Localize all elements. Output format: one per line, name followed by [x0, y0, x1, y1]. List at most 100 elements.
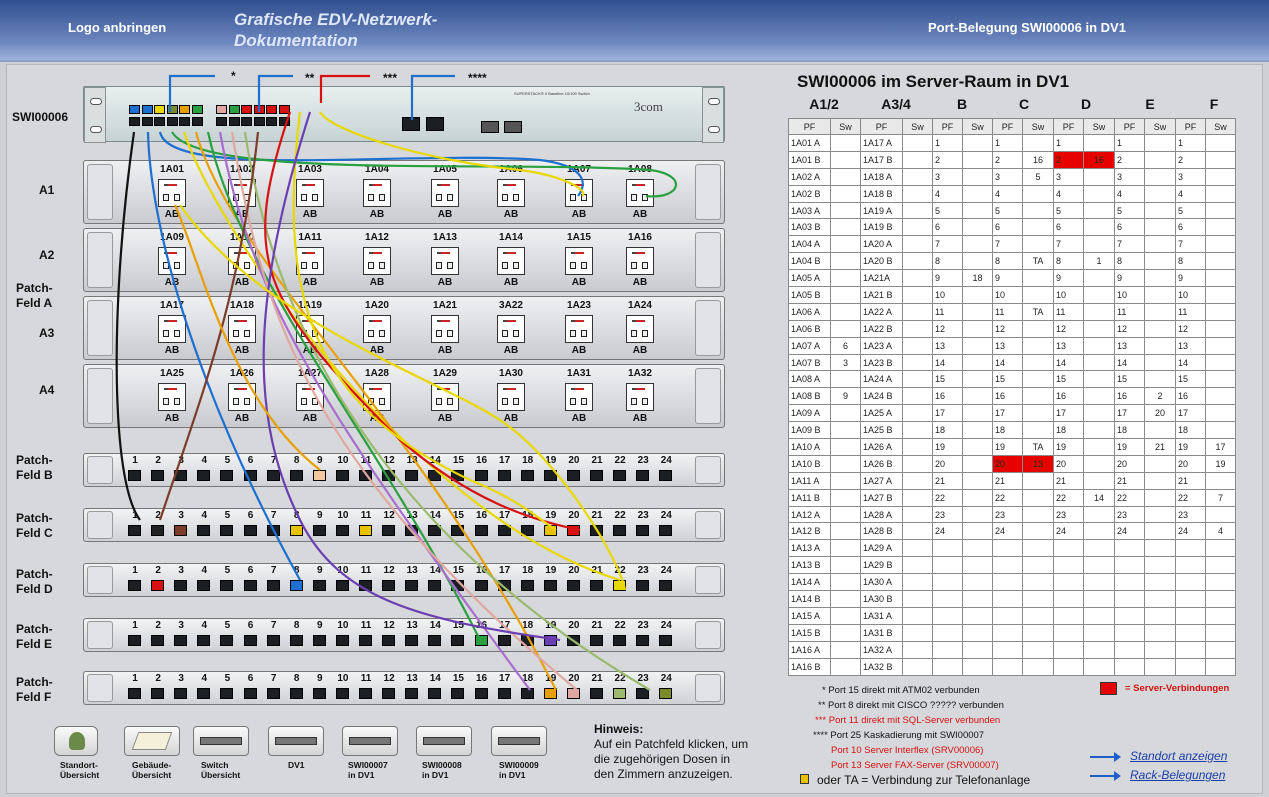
patch-port[interactable]: [174, 635, 188, 646]
patch-port[interactable]: [520, 470, 534, 481]
patch-port[interactable]: [566, 688, 580, 699]
patch-port[interactable]: [428, 688, 442, 699]
switch-port[interactable]: [129, 105, 140, 114]
patch-port[interactable]: [451, 688, 465, 699]
nav-label-switch[interactable]: Switch Übersicht: [201, 760, 240, 780]
nav-standort-button[interactable]: [54, 726, 98, 756]
patch-port[interactable]: [128, 525, 141, 536]
patch-port[interactable]: [266, 470, 280, 481]
patch-port[interactable]: [636, 470, 650, 481]
wall-socket[interactable]: [497, 383, 525, 411]
wall-socket[interactable]: [431, 179, 459, 207]
patch-port[interactable]: [543, 470, 557, 481]
wall-socket[interactable]: [626, 315, 654, 343]
wall-socket[interactable]: [565, 383, 593, 411]
patch-port[interactable]: [405, 525, 419, 536]
patch-port[interactable]: [243, 635, 257, 646]
patch-port[interactable]: [451, 470, 465, 481]
patch-port[interactable]: [636, 635, 650, 646]
patch-port[interactable]: [335, 580, 349, 591]
patch-port[interactable]: [520, 580, 534, 591]
switch-port[interactable]: [216, 117, 227, 126]
nav-label-swi00009[interactable]: SWI00009 in DV1: [499, 760, 539, 780]
patch-port[interactable]: [266, 525, 280, 536]
patch-port[interactable]: [636, 580, 650, 591]
patch-port[interactable]: [566, 580, 580, 591]
patch-port[interactable]: [659, 635, 673, 646]
switch-port[interactable]: [253, 105, 265, 114]
patch-port[interactable]: [636, 688, 650, 699]
patch-port[interactable]: [659, 580, 673, 591]
patch-port[interactable]: [243, 470, 257, 481]
wall-socket[interactable]: [228, 179, 256, 207]
patch-port[interactable]: [174, 688, 188, 699]
patch-port[interactable]: [451, 635, 465, 646]
row-label-patchfeld-f[interactable]: Patch- Feld F: [16, 675, 53, 705]
patch-port[interactable]: [266, 635, 280, 646]
patch-port[interactable]: [636, 525, 650, 536]
wall-socket[interactable]: [158, 315, 186, 343]
switch-port[interactable]: [228, 105, 240, 114]
wall-socket[interactable]: [626, 179, 654, 207]
patch-port[interactable]: [659, 525, 673, 536]
patch-port[interactable]: [428, 470, 442, 481]
patch-port[interactable]: [613, 525, 627, 536]
patch-port[interactable]: [497, 470, 511, 481]
patch-port[interactable]: [197, 470, 211, 481]
patch-port[interactable]: [405, 688, 419, 699]
patch-port[interactable]: [197, 688, 211, 699]
patch-port[interactable]: [566, 470, 580, 481]
link-standort-anzeigen[interactable]: Standort anzeigen: [1130, 749, 1227, 763]
patch-port[interactable]: [382, 580, 396, 591]
wall-socket[interactable]: [626, 247, 654, 275]
wall-socket[interactable]: [363, 247, 391, 275]
switch-port[interactable]: [228, 117, 240, 126]
link-rack-belegungen[interactable]: Rack-Belegungen: [1130, 768, 1225, 782]
nav-gebaeude-button[interactable]: [124, 726, 180, 756]
wall-socket[interactable]: [565, 315, 593, 343]
switch-port[interactable]: [278, 117, 290, 126]
patch-port[interactable]: [151, 580, 165, 591]
wall-socket[interactable]: [228, 247, 256, 275]
switch-uplink-port[interactable]: [402, 117, 420, 131]
row-label-patchfeld-b[interactable]: Patch- Feld B: [16, 453, 53, 483]
patch-port[interactable]: [151, 525, 165, 536]
patch-port[interactable]: [289, 470, 303, 481]
patch-port[interactable]: [590, 580, 603, 591]
patch-port[interactable]: [243, 580, 257, 591]
patch-port[interactable]: [312, 580, 326, 591]
patch-port[interactable]: [613, 580, 627, 591]
patch-port[interactable]: [613, 635, 627, 646]
switch-port[interactable]: [166, 105, 178, 114]
nav-swi00007-button[interactable]: [342, 726, 398, 756]
patch-port[interactable]: [151, 635, 165, 646]
patch-port[interactable]: [220, 635, 234, 646]
wall-socket[interactable]: [158, 383, 186, 411]
patch-port[interactable]: [590, 525, 603, 536]
patch-port[interactable]: [220, 580, 234, 591]
patch-port[interactable]: [128, 470, 141, 481]
patch-port[interactable]: [566, 525, 580, 536]
switch-port[interactable]: [166, 117, 178, 126]
patch-port[interactable]: [474, 525, 488, 536]
patch-port[interactable]: [243, 525, 257, 536]
patch-port[interactable]: [543, 525, 557, 536]
patch-port[interactable]: [497, 580, 511, 591]
switch-port[interactable]: [141, 105, 153, 114]
patch-port[interactable]: [220, 470, 234, 481]
patch-port[interactable]: [128, 635, 141, 646]
patch-port[interactable]: [382, 688, 396, 699]
wall-socket[interactable]: [497, 247, 525, 275]
patch-port[interactable]: [128, 688, 141, 699]
patch-port[interactable]: [335, 470, 349, 481]
patch-port[interactable]: [520, 525, 534, 536]
patch-port[interactable]: [289, 688, 303, 699]
patch-port[interactable]: [497, 688, 511, 699]
wall-socket[interactable]: [158, 179, 186, 207]
nav-label-gebaeude[interactable]: Gebäude- Übersicht: [132, 760, 171, 780]
switch-port[interactable]: [241, 117, 252, 126]
wall-socket[interactable]: [363, 383, 391, 411]
patch-port[interactable]: [174, 580, 188, 591]
switch-port[interactable]: [241, 105, 252, 114]
patch-port[interactable]: [659, 470, 673, 481]
